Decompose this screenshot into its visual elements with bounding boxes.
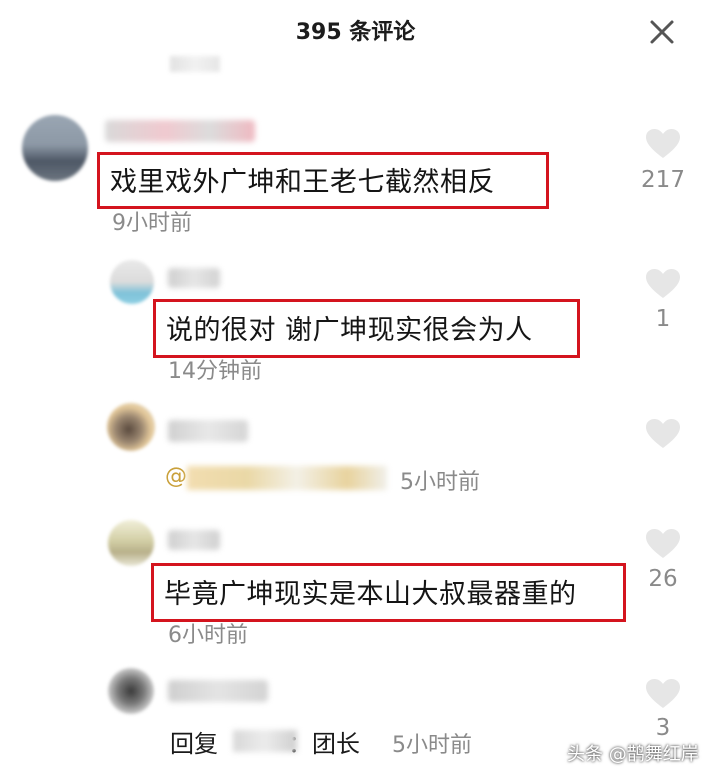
comments-header: 395 条评论	[0, 0, 711, 62]
heart-icon[interactable]	[645, 678, 681, 710]
avatar[interactable]	[22, 115, 88, 181]
heart-icon[interactable]	[645, 128, 681, 160]
comment-time: 14分钟前	[168, 359, 262, 384]
like-count: 26	[648, 566, 678, 592]
close-icon[interactable]	[644, 14, 680, 50]
username-blurred[interactable]	[105, 120, 255, 142]
mention-text[interactable]: @	[165, 462, 390, 494]
comment-text: 戏里戏外广坤和王老七截然相反	[110, 167, 495, 198]
mention-username-blurred	[187, 466, 387, 490]
like-count: 217	[641, 167, 685, 193]
comment-text: 毕竟广坤现实是本山大叔最器重的	[164, 579, 577, 610]
comment-time: 6小时前	[168, 623, 248, 648]
watermark: 头条 @鹊舞红岸	[567, 744, 699, 765]
username-blurred[interactable]	[168, 530, 220, 550]
mention-at: @	[165, 464, 187, 489]
avatar[interactable]	[110, 260, 154, 304]
like-count: 3	[655, 715, 671, 741]
comment-time: 5小时前	[400, 470, 480, 495]
avatar[interactable]	[107, 403, 155, 451]
cut-off-text	[170, 56, 220, 72]
username-blurred[interactable]	[168, 420, 248, 442]
username-blurred[interactable]	[168, 680, 268, 702]
avatar[interactable]	[108, 668, 154, 714]
username-blurred[interactable]	[168, 268, 220, 288]
reply-username-blurred[interactable]	[233, 730, 297, 752]
reply-content: ：团长	[288, 730, 360, 758]
comment-time: 9小时前	[112, 211, 192, 236]
reply-prefix: 回复	[170, 730, 218, 758]
like-count: 1	[655, 306, 671, 332]
heart-icon[interactable]	[645, 268, 681, 300]
heart-icon[interactable]	[645, 418, 681, 450]
heart-icon[interactable]	[645, 528, 681, 560]
comment-time: 5小时前	[392, 733, 472, 758]
comment-count-title: 395 条评论	[295, 20, 416, 45]
comment-text: 说的很对 谢广坤现实很会为人	[166, 315, 533, 346]
avatar[interactable]	[108, 520, 154, 566]
